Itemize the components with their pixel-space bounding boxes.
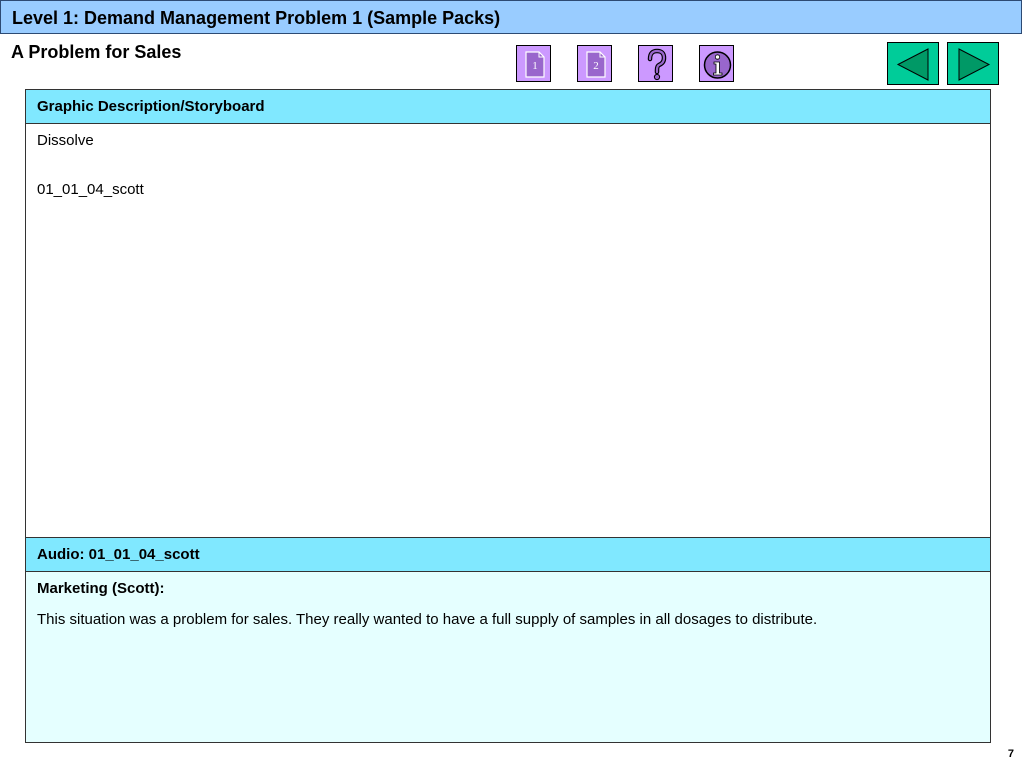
audio-speaker: Marketing (Scott): xyxy=(37,580,165,597)
graphic-header-label: Graphic Description/Storyboard xyxy=(37,98,265,115)
graphic-section-body: Dissolve 01_01_04_scott xyxy=(25,123,991,538)
info-icon xyxy=(703,51,732,79)
next-button[interactable] xyxy=(947,42,999,85)
audio-section-header: Audio: 01_01_04_scott xyxy=(25,537,991,572)
help-button[interactable] xyxy=(638,45,673,82)
subtitle: A Problem for Sales xyxy=(11,42,182,62)
page-number: 7 xyxy=(1007,748,1014,760)
page-1-icon: 1 xyxy=(525,51,545,78)
page-2-icon: 2 xyxy=(586,51,606,78)
graphic-line: Dissolve xyxy=(37,132,94,149)
graphic-line: 01_01_04_scott xyxy=(37,181,144,198)
triangle-left-icon xyxy=(896,48,929,81)
page-title: Level 1: Demand Management Problem 1 (Sa… xyxy=(12,8,501,28)
audio-header-label: Audio: 01_01_04_scott xyxy=(37,546,200,563)
page-2-button[interactable]: 2 xyxy=(577,45,612,82)
page-1-label: 1 xyxy=(532,60,538,72)
info-button[interactable] xyxy=(699,45,734,82)
title-bar: Level 1: Demand Management Problem 1 (Sa… xyxy=(0,0,1022,34)
audio-section-body: Marketing (Scott): This situation was a … xyxy=(25,571,991,743)
page-1-button[interactable]: 1 xyxy=(516,45,551,82)
help-icon xyxy=(647,48,667,81)
audio-transcript: This situation was a problem for sales. … xyxy=(37,611,818,628)
graphic-section-header: Graphic Description/Storyboard xyxy=(25,89,991,124)
triangle-right-icon xyxy=(958,48,991,81)
previous-button[interactable] xyxy=(887,42,939,85)
page-2-label: 2 xyxy=(593,60,599,72)
